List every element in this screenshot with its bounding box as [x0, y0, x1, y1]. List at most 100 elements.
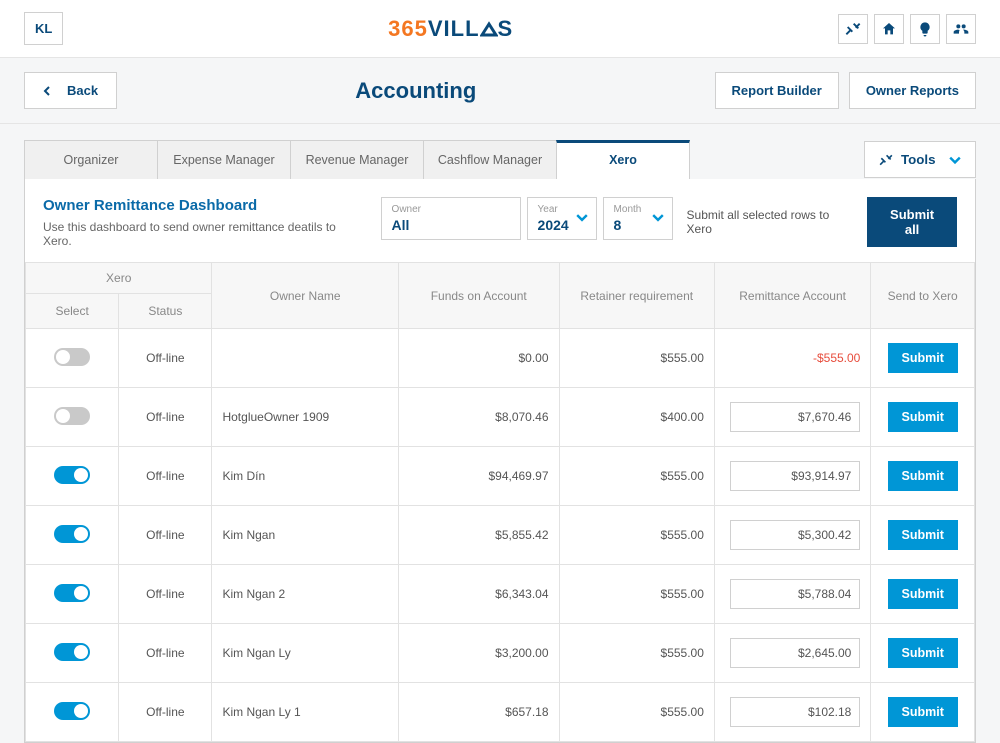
owner-cell: Kim Ngan	[212, 506, 398, 565]
funds-cell: $5,855.42	[398, 506, 559, 565]
tools-dropdown[interactable]: Tools	[864, 141, 976, 178]
submit-button[interactable]: Submit	[888, 343, 958, 373]
submit-all-text: Submit all selected rows to Xero	[687, 208, 858, 236]
remit-input[interactable]	[730, 461, 860, 491]
retainer-cell: $555.00	[559, 683, 714, 742]
filter-year[interactable]: Year 2024	[527, 197, 597, 240]
chevron-down-icon	[652, 211, 664, 226]
logo-365: 365	[388, 16, 428, 41]
chevron-left-icon	[43, 86, 53, 96]
panel: Owner Remittance Dashboard Use this dash…	[24, 179, 976, 743]
funds-cell: $3,200.00	[398, 624, 559, 683]
th-remit: Remittance Account	[714, 263, 870, 329]
select-toggle[interactable]	[54, 584, 90, 602]
remit-cell	[714, 624, 870, 683]
select-toggle[interactable]	[54, 525, 90, 543]
status-cell: Off-line	[119, 447, 212, 506]
users-icon[interactable]	[946, 14, 976, 44]
remit-input[interactable]	[730, 520, 860, 550]
status-cell: Off-line	[119, 624, 212, 683]
sub-header: Back Accounting Report Builder Owner Rep…	[0, 58, 1000, 124]
remit-cell	[714, 683, 870, 742]
submit-area: Submit all selected rows to Xero Submit …	[687, 197, 957, 247]
retainer-cell: $555.00	[559, 506, 714, 565]
avatar[interactable]: KL	[24, 12, 63, 45]
tab-xero[interactable]: Xero	[556, 140, 690, 179]
th-send: Send to Xero	[871, 263, 975, 329]
status-cell: Off-line	[119, 683, 212, 742]
remit-cell	[714, 565, 870, 624]
tools-small-icon	[879, 153, 893, 167]
tab-expense[interactable]: Expense Manager	[157, 140, 291, 179]
th-xero-group: Xero	[26, 263, 212, 294]
submit-button[interactable]: Submit	[888, 697, 958, 727]
funds-cell: $0.00	[398, 329, 559, 388]
tab-organizer[interactable]: Organizer	[24, 140, 158, 179]
back-button[interactable]: Back	[24, 72, 117, 109]
filter-owner-label: Owner	[392, 204, 510, 215]
tools-label: Tools	[901, 152, 936, 167]
owner-cell: Kim Dín	[212, 447, 398, 506]
remit-cell: -$555.00	[714, 329, 870, 388]
tab-row: Organizer Expense Manager Revenue Manage…	[24, 124, 976, 179]
content-area: Organizer Expense Manager Revenue Manage…	[0, 124, 1000, 743]
remit-input[interactable]	[730, 579, 860, 609]
report-builder-button[interactable]: Report Builder	[715, 72, 839, 109]
owner-cell: Kim Ngan 2	[212, 565, 398, 624]
header-buttons: Report Builder Owner Reports	[715, 72, 976, 109]
filter-month-value: 8	[614, 217, 622, 233]
remit-cell	[714, 506, 870, 565]
owner-reports-button[interactable]: Owner Reports	[849, 72, 976, 109]
select-toggle[interactable]	[54, 466, 90, 484]
submit-button[interactable]: Submit	[888, 520, 958, 550]
home-icon[interactable]	[874, 14, 904, 44]
remit-cell	[714, 388, 870, 447]
logo-s: S	[498, 16, 514, 41]
th-retainer: Retainer requirement	[559, 263, 714, 329]
filter-month[interactable]: Month 8	[603, 197, 673, 240]
select-toggle[interactable]	[54, 643, 90, 661]
th-status: Status	[119, 294, 212, 329]
submit-all-button[interactable]: Submit all	[867, 197, 957, 247]
remit-input[interactable]	[730, 402, 860, 432]
back-label: Back	[67, 83, 98, 98]
tools-icon[interactable]	[838, 14, 868, 44]
chevron-down-icon	[576, 211, 588, 226]
select-toggle[interactable]	[54, 348, 90, 366]
submit-button[interactable]: Submit	[888, 402, 958, 432]
owner-cell: Kim Ngan Ly	[212, 624, 398, 683]
status-cell: Off-line	[119, 506, 212, 565]
remittance-table: Xero Owner Name Funds on Account Retaine…	[25, 262, 975, 742]
panel-top: Owner Remittance Dashboard Use this dash…	[25, 197, 975, 262]
panel-title: Owner Remittance Dashboard	[43, 197, 367, 214]
retainer-cell: $555.00	[559, 447, 714, 506]
select-toggle[interactable]	[54, 702, 90, 720]
owner-cell: HotglueOwner 1909	[212, 388, 398, 447]
funds-cell: $94,469.97	[398, 447, 559, 506]
submit-button[interactable]: Submit	[888, 579, 958, 609]
th-select: Select	[26, 294, 119, 329]
table-row: Off-lineKim Ngan Ly$3,200.00$555.00Submi…	[26, 624, 975, 683]
select-toggle[interactable]	[54, 407, 90, 425]
logo-villas: VILL	[428, 16, 480, 41]
tabs: Organizer Expense Manager Revenue Manage…	[24, 140, 864, 179]
filter-owner[interactable]: Owner All	[381, 197, 521, 240]
status-cell: Off-line	[119, 388, 212, 447]
retainer-cell: $555.00	[559, 624, 714, 683]
submit-button[interactable]: Submit	[888, 461, 958, 491]
table-row: Off-lineKim Ngan 2$6,343.04$555.00Submit	[26, 565, 975, 624]
logo: 365VILL S	[388, 16, 513, 42]
filter-owner-value: All	[392, 217, 410, 233]
table-row: Off-lineKim Ngan$5,855.42$555.00 Submit	[26, 506, 975, 565]
remit-input[interactable]	[730, 697, 860, 727]
tab-revenue[interactable]: Revenue Manager	[290, 140, 424, 179]
owner-cell	[212, 329, 398, 388]
th-funds: Funds on Account	[398, 263, 559, 329]
chevron-down-icon	[949, 154, 961, 166]
table-row: Off-lineKim Dín$94,469.97$555.00 Submit	[26, 447, 975, 506]
filter-year-value: 2024	[538, 217, 569, 233]
retainer-cell: $555.00	[559, 565, 714, 624]
bulb-icon[interactable]	[910, 14, 940, 44]
status-cell: Off-line	[119, 565, 212, 624]
tab-cashflow[interactable]: Cashflow Manager	[423, 140, 557, 179]
